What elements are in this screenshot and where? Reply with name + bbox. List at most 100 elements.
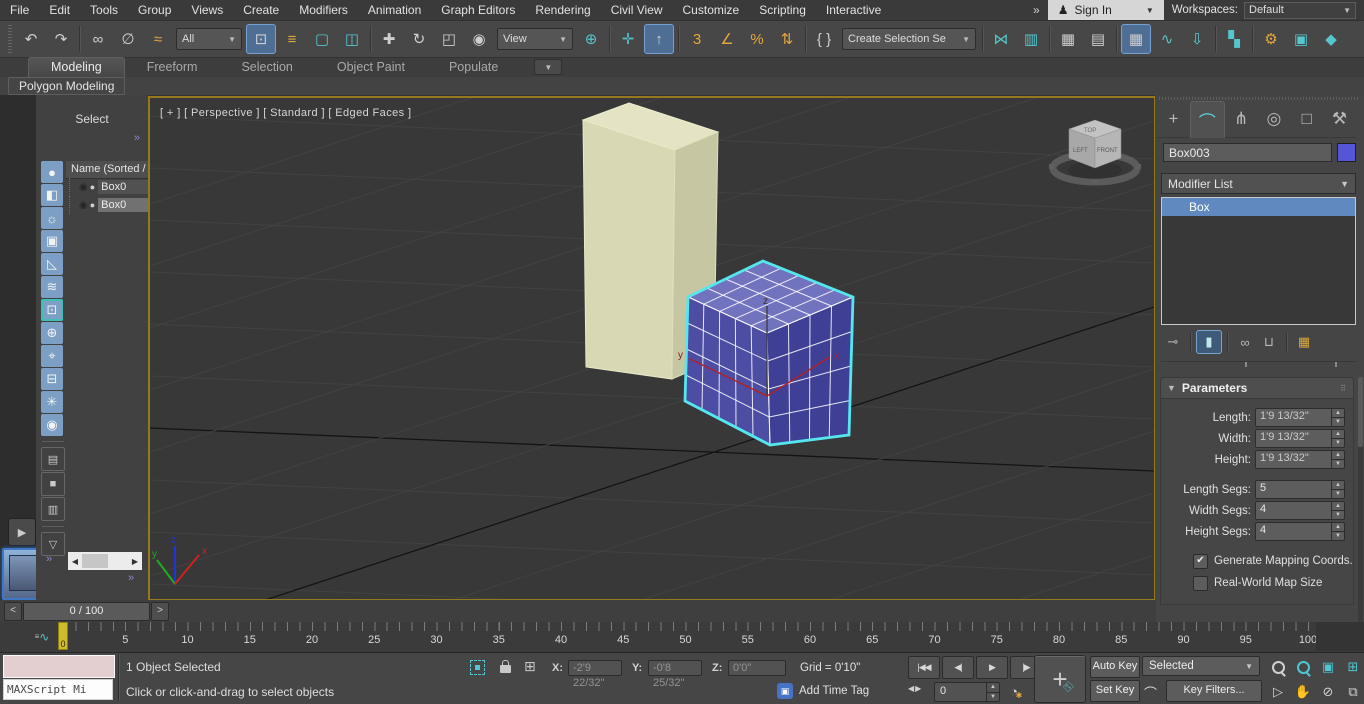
set-keys-button[interactable]: + ⚿ <box>1034 655 1086 703</box>
color-swatch-button[interactable]: ■ <box>41 472 65 496</box>
panel-splitter[interactable] <box>1161 361 1356 367</box>
display-xrefs-filter[interactable]: ⊕ <box>41 322 63 344</box>
display-hidden-filter[interactable]: ◉ <box>41 414 63 436</box>
toggle-ribbon-button[interactable]: ▦ <box>1121 24 1151 54</box>
zoom-extents-button[interactable]: ▣ <box>1316 655 1340 679</box>
menu-overflow-icon[interactable]: » <box>1025 3 1048 17</box>
absolute-mode-transform-toggle[interactable]: ⊞ <box>524 658 536 675</box>
x-coordinate-field[interactable]: -2'9 22/32" <box>568 660 622 689</box>
maximize-viewport-toggle[interactable]: ⧉ <box>1341 680 1364 704</box>
z-coordinate-field[interactable]: 0'0" <box>728 660 786 676</box>
explorer-overflow-icon[interactable]: » <box>46 553 52 565</box>
keyboard-shortcut-override-toggle[interactable]: ↑ <box>644 24 674 54</box>
previous-frame-slider-button[interactable]: < <box>4 602 22 621</box>
orbit-button[interactable]: ⊘ <box>1316 680 1340 704</box>
key-brackets-icon[interactable]: ⌒ <box>1144 683 1157 702</box>
expand-arrow-button[interactable]: ▶ <box>8 518 36 546</box>
ribbon-tab-modeling[interactable]: Modeling <box>28 57 125 77</box>
modify-tab[interactable]: ⌒ <box>1189 101 1225 138</box>
zoom-extents-all-button[interactable]: ⊞ <box>1341 655 1364 679</box>
utilities-tab[interactable]: ⚒ <box>1323 101 1356 137</box>
selection-lock-toggle[interactable] <box>500 660 511 673</box>
filter-combinations-button[interactable]: ▽ <box>41 532 65 556</box>
time-tag-icon[interactable]: ▣ <box>777 683 793 699</box>
select-and-manipulate-button[interactable]: ✛ <box>614 25 642 53</box>
spinner-snap-toggle[interactable]: ⇅ <box>773 25 801 53</box>
scene-explorer-more-icon[interactable]: » <box>134 132 140 144</box>
rectangular-selection-region-button[interactable]: ▢ <box>308 25 336 53</box>
material-editor-button[interactable]: ▚ <box>1220 25 1248 53</box>
schematic-view-button[interactable]: ⇩ <box>1183 25 1211 53</box>
timeline-playhead[interactable]: 0 <box>58 622 68 650</box>
redo-button[interactable]: ↷ <box>47 25 75 53</box>
perspective-viewport[interactable]: x y z TOP LEFT FRONT z y x [+] [Persp… <box>148 96 1156 601</box>
y-coordinate-field[interactable]: -0'8 25/32" <box>648 660 702 689</box>
mirror-button[interactable]: ⋈ <box>987 25 1015 53</box>
curve-editor-button[interactable]: ∿ <box>1153 25 1181 53</box>
pin-stack-button[interactable]: ⊸ <box>1161 331 1185 353</box>
display-geometry-filter[interactable]: ● <box>41 161 63 183</box>
viewcube-top-label[interactable]: TOP <box>1084 128 1096 134</box>
pan-view-button[interactable]: ✋ <box>1291 680 1315 704</box>
use-pivot-point-center-button[interactable]: ⊕ <box>577 25 605 53</box>
select-object-button[interactable]: ⊡ <box>246 24 276 54</box>
menu-item-civil-view[interactable]: Civil View <box>601 0 673 20</box>
create-tab[interactable]: + <box>1157 101 1190 137</box>
select-and-rotate-button[interactable]: ↻ <box>405 25 433 53</box>
named-selection-sets-dropdown[interactable]: Create Selection Se ▼ <box>842 28 976 50</box>
select-by-name-button[interactable]: ≡ <box>278 25 306 53</box>
object-color-swatch[interactable] <box>1337 143 1356 162</box>
track-bar[interactable]: ≡∿ 0510152025303540455055606570758085909… <box>0 622 1364 653</box>
display-space-warps-filter[interactable]: ≋ <box>41 276 63 298</box>
object-name-label[interactable]: Box0 <box>98 180 148 194</box>
selection-lock-region-icon[interactable] <box>470 660 485 675</box>
display-helpers-filter[interactable]: ◺ <box>41 253 63 275</box>
snaps-toggle-3d[interactable]: 3 <box>683 25 711 53</box>
spinner[interactable]: ▲ ▼ <box>1331 481 1344 498</box>
viewport-label[interactable]: [ + ] [ Perspective ] [ Standard ] [ Edg… <box>160 107 411 119</box>
undo-button[interactable]: ↶ <box>17 25 45 53</box>
spinner[interactable]: ▲ ▼ <box>1331 409 1344 426</box>
scrollbar-thumb[interactable] <box>82 554 108 568</box>
align-button[interactable]: ▥ <box>1017 25 1045 53</box>
modifier-stack-item-box[interactable]: Box <box>1162 198 1355 216</box>
select-and-scale-button[interactable]: ◰ <box>435 25 463 53</box>
menu-item-graph-editors[interactable]: Graph Editors <box>431 0 525 20</box>
animation-selection-set-dropdown[interactable]: Selected ▼ <box>1142 656 1260 676</box>
spinner[interactable]: ▲ ▼ <box>1331 523 1344 540</box>
display-cameras-filter[interactable]: ▣ <box>41 230 63 252</box>
scroll-right-icon[interactable]: ▶ <box>128 557 142 566</box>
spinner[interactable]: ▲ ▼ <box>1331 451 1344 468</box>
ribbon-minimize-button[interactable]: ▼ <box>534 59 563 75</box>
scroll-left-icon[interactable]: ◀ <box>68 557 82 566</box>
frame-spinner[interactable]: ▲ ▼ <box>986 683 999 701</box>
object-name-label[interactable]: Box0 <box>98 198 148 212</box>
ribbon-tab-populate[interactable]: Populate <box>427 58 520 77</box>
scene-object-row-0[interactable]: ◉ ● Box0 <box>66 178 148 196</box>
visibility-eye-icon[interactable]: ◉ <box>79 182 88 193</box>
selection-filter-dropdown[interactable]: All ▼ <box>176 28 242 50</box>
time-configuration-button[interactable]: ◔ ✱ <box>1004 682 1024 700</box>
unlink-selection-button[interactable]: ∅ <box>114 25 142 53</box>
window-crossing-toggle[interactable]: ◫ <box>338 25 366 53</box>
visibility-eye-icon[interactable]: ◉ <box>79 200 88 211</box>
play-button[interactable]: ▶ <box>976 656 1008 679</box>
spinner[interactable]: ▲ ▼ <box>1331 430 1344 447</box>
polygon-modeling-panel-button[interactable]: Polygon Modeling <box>8 77 126 95</box>
show-end-result-button[interactable]: ▮ <box>1196 330 1222 354</box>
current-frame-field[interactable]: 0 ▲ ▼ <box>934 682 1000 702</box>
rendered-frame-window-button[interactable]: ▣ <box>1287 25 1315 53</box>
menu-item-group[interactable]: Group <box>128 0 181 20</box>
display-shapes-filter[interactable]: ◧ <box>41 184 63 206</box>
viewcube-left-label[interactable]: LEFT <box>1073 148 1088 154</box>
ribbon-tab-selection[interactable]: Selection <box>219 58 314 77</box>
horizontal-scrollbar[interactable]: ◀ ▶ <box>68 552 142 570</box>
key-filters-button[interactable]: Key Filters... <box>1166 680 1262 702</box>
menu-item-modifiers[interactable]: Modifiers <box>289 0 358 20</box>
zoom-all-button[interactable] <box>1291 655 1315 679</box>
set-key-button[interactable]: Set Key <box>1090 680 1140 702</box>
param-field-length-segs[interactable]: 5 ▲ ▼ <box>1255 480 1345 499</box>
select-and-move-button[interactable]: ✚ <box>375 25 403 53</box>
menu-item-interactive[interactable]: Interactive <box>816 0 891 20</box>
zoom-region-button[interactable]: ▷ <box>1266 680 1290 704</box>
